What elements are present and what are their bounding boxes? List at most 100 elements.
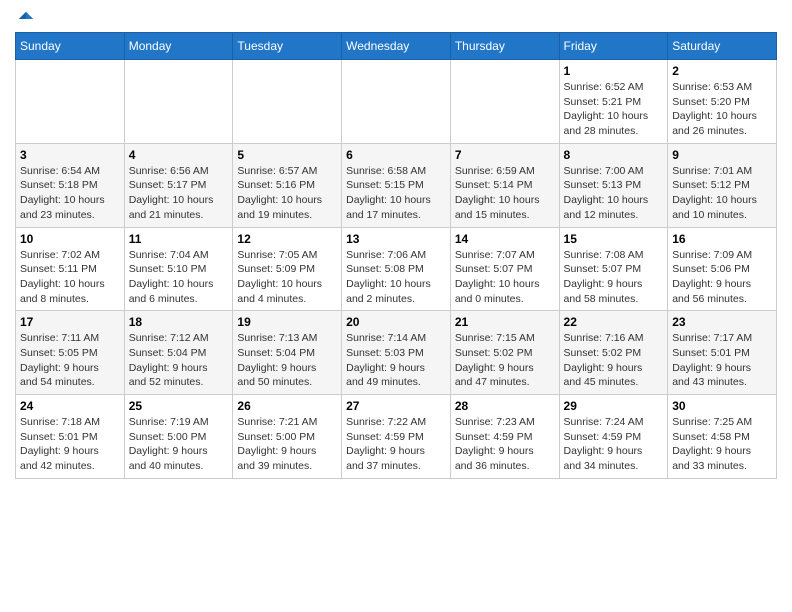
day-cell: 14 Sunrise: 7:07 AM Sunset: 5:07 PM Dayli… (450, 227, 559, 311)
day-number: 5 (237, 148, 337, 162)
day-number: 16 (672, 232, 772, 246)
day-info: Sunrise: 6:54 AM Sunset: 5:18 PM Dayligh… (20, 164, 120, 223)
day-cell: 30 Sunrise: 7:25 AM Sunset: 4:58 PM Dayli… (668, 395, 777, 479)
day-cell: 12Sunrise: 7:05 AM Sunset: 5:09 PM Dayli… (233, 227, 342, 311)
day-info: Sunrise: 7:18 AM Sunset: 5:01 PM Dayligh… (20, 415, 120, 474)
day-number: 26 (237, 399, 337, 413)
day-cell: 28Sunrise: 7:23 AM Sunset: 4:59 PM Dayli… (450, 395, 559, 479)
day-info: Sunrise: 7:09 AM Sunset: 5:06 PM Dayligh… (672, 248, 772, 307)
day-number: 13 (346, 232, 446, 246)
day-info: Sunrise: 7:07 AM Sunset: 5:07 PM Dayligh… (455, 248, 555, 307)
logo-icon (17, 10, 35, 28)
day-number: 22 (564, 315, 664, 329)
day-cell (342, 60, 451, 144)
day-number: 14 (455, 232, 555, 246)
weekday-header-saturday: Saturday (668, 33, 777, 60)
day-cell: 3 Sunrise: 6:54 AM Sunset: 5:18 PM Daylig… (16, 143, 125, 227)
weekday-header-wednesday: Wednesday (342, 33, 451, 60)
day-info: Sunrise: 7:23 AM Sunset: 4:59 PM Dayligh… (455, 415, 555, 474)
day-info: Sunrise: 7:22 AM Sunset: 4:59 PM Dayligh… (346, 415, 446, 474)
day-info: Sunrise: 7:11 AM Sunset: 5:05 PM Dayligh… (20, 331, 120, 390)
day-cell: 1 Sunrise: 6:52 AM Sunset: 5:21 PM Daylig… (559, 60, 668, 144)
day-number: 8 (564, 148, 664, 162)
day-cell (233, 60, 342, 144)
day-cell: 4 Sunrise: 6:56 AM Sunset: 5:17 PM Daylig… (124, 143, 233, 227)
day-number: 21 (455, 315, 555, 329)
day-number: 10 (20, 232, 120, 246)
day-cell: 8 Sunrise: 7:00 AM Sunset: 5:13 PM Daylig… (559, 143, 668, 227)
day-cell: 9 Sunrise: 7:01 AM Sunset: 5:12 PM Daylig… (668, 143, 777, 227)
day-cell: 13 Sunrise: 7:06 AM Sunset: 5:08 PM Dayli… (342, 227, 451, 311)
day-info: Sunrise: 6:57 AM Sunset: 5:16 PM Dayligh… (237, 164, 337, 223)
day-cell: 19Sunrise: 7:13 AM Sunset: 5:04 PM Dayli… (233, 311, 342, 395)
day-cell: 10 Sunrise: 7:02 AM Sunset: 5:11 PM Dayli… (16, 227, 125, 311)
day-cell: 15 Sunrise: 7:08 AM Sunset: 5:07 PM Dayli… (559, 227, 668, 311)
week-row-2: 3 Sunrise: 6:54 AM Sunset: 5:18 PM Daylig… (16, 143, 777, 227)
weekday-header-thursday: Thursday (450, 33, 559, 60)
day-number: 23 (672, 315, 772, 329)
day-info: Sunrise: 7:00 AM Sunset: 5:13 PM Dayligh… (564, 164, 664, 223)
day-number: 17 (20, 315, 120, 329)
day-cell: 24 Sunrise: 7:18 AM Sunset: 5:01 PM Dayli… (16, 395, 125, 479)
day-info: Sunrise: 7:13 AM Sunset: 5:04 PM Dayligh… (237, 331, 337, 390)
page-header (15, 10, 777, 24)
day-info: Sunrise: 7:06 AM Sunset: 5:08 PM Dayligh… (346, 248, 446, 307)
weekday-header-sunday: Sunday (16, 33, 125, 60)
day-info: Sunrise: 7:21 AM Sunset: 5:00 PM Dayligh… (237, 415, 337, 474)
day-info: Sunrise: 7:01 AM Sunset: 5:12 PM Dayligh… (672, 164, 772, 223)
logo (15, 10, 35, 24)
day-number: 18 (129, 315, 229, 329)
day-number: 20 (346, 315, 446, 329)
day-cell: 29 Sunrise: 7:24 AM Sunset: 4:59 PM Dayli… (559, 395, 668, 479)
day-info: Sunrise: 7:17 AM Sunset: 5:01 PM Dayligh… (672, 331, 772, 390)
day-number: 29 (564, 399, 664, 413)
day-cell: 18 Sunrise: 7:12 AM Sunset: 5:04 PM Dayli… (124, 311, 233, 395)
day-cell (16, 60, 125, 144)
day-info: Sunrise: 7:16 AM Sunset: 5:02 PM Dayligh… (564, 331, 664, 390)
day-cell: 5 Sunrise: 6:57 AM Sunset: 5:16 PM Daylig… (233, 143, 342, 227)
day-number: 11 (129, 232, 229, 246)
day-cell (124, 60, 233, 144)
day-number: 24 (20, 399, 120, 413)
day-info: Sunrise: 7:08 AM Sunset: 5:07 PM Dayligh… (564, 248, 664, 307)
day-cell: 7 Sunrise: 6:59 AM Sunset: 5:14 PM Daylig… (450, 143, 559, 227)
day-number: 30 (672, 399, 772, 413)
day-info: Sunrise: 6:52 AM Sunset: 5:21 PM Dayligh… (564, 80, 664, 139)
day-info: Sunrise: 6:59 AM Sunset: 5:14 PM Dayligh… (455, 164, 555, 223)
day-cell: 26 Sunrise: 7:21 AM Sunset: 5:00 PM Dayli… (233, 395, 342, 479)
day-number: 27 (346, 399, 446, 413)
week-row-5: 24 Sunrise: 7:18 AM Sunset: 5:01 PM Dayli… (16, 395, 777, 479)
day-cell: 23 Sunrise: 7:17 AM Sunset: 5:01 PM Dayli… (668, 311, 777, 395)
day-info: Sunrise: 7:24 AM Sunset: 4:59 PM Dayligh… (564, 415, 664, 474)
weekday-header-row: SundayMondayTuesdayWednesdayThursdayFrid… (16, 33, 777, 60)
day-cell: 25 Sunrise: 7:19 AM Sunset: 5:00 PM Dayli… (124, 395, 233, 479)
day-number: 6 (346, 148, 446, 162)
day-number: 3 (20, 148, 120, 162)
week-row-1: 1 Sunrise: 6:52 AM Sunset: 5:21 PM Daylig… (16, 60, 777, 144)
day-number: 25 (129, 399, 229, 413)
day-cell: 20Sunrise: 7:14 AM Sunset: 5:03 PM Dayli… (342, 311, 451, 395)
day-info: Sunrise: 7:15 AM Sunset: 5:02 PM Dayligh… (455, 331, 555, 390)
day-number: 12 (237, 232, 337, 246)
day-info: Sunrise: 6:53 AM Sunset: 5:20 PM Dayligh… (672, 80, 772, 139)
day-info: Sunrise: 7:19 AM Sunset: 5:00 PM Dayligh… (129, 415, 229, 474)
day-number: 7 (455, 148, 555, 162)
day-info: Sunrise: 6:56 AM Sunset: 5:17 PM Dayligh… (129, 164, 229, 223)
week-row-4: 17 Sunrise: 7:11 AM Sunset: 5:05 PM Dayli… (16, 311, 777, 395)
day-info: Sunrise: 7:12 AM Sunset: 5:04 PM Dayligh… (129, 331, 229, 390)
day-cell (450, 60, 559, 144)
day-info: Sunrise: 7:25 AM Sunset: 4:58 PM Dayligh… (672, 415, 772, 474)
day-info: Sunrise: 7:04 AM Sunset: 5:10 PM Dayligh… (129, 248, 229, 307)
day-cell: 21 Sunrise: 7:15 AM Sunset: 5:02 PM Dayli… (450, 311, 559, 395)
day-number: 4 (129, 148, 229, 162)
week-row-3: 10 Sunrise: 7:02 AM Sunset: 5:11 PM Dayli… (16, 227, 777, 311)
weekday-header-friday: Friday (559, 33, 668, 60)
day-number: 1 (564, 64, 664, 78)
day-number: 15 (564, 232, 664, 246)
day-info: Sunrise: 7:02 AM Sunset: 5:11 PM Dayligh… (20, 248, 120, 307)
day-cell: 22 Sunrise: 7:16 AM Sunset: 5:02 PM Dayli… (559, 311, 668, 395)
weekday-header-monday: Monday (124, 33, 233, 60)
weekday-header-tuesday: Tuesday (233, 33, 342, 60)
day-cell: 2Sunrise: 6:53 AM Sunset: 5:20 PM Daylig… (668, 60, 777, 144)
day-number: 9 (672, 148, 772, 162)
